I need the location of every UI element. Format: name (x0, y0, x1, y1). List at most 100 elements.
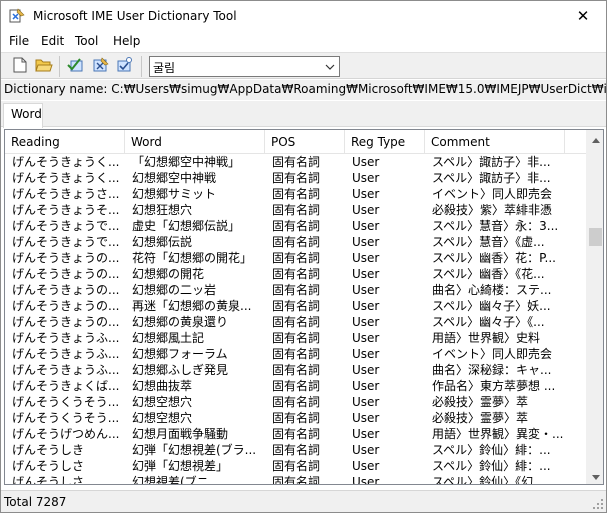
table-row[interactable]: げんそうしき 幻弾「幻想視差(ブラ... 固有名詞 User スペル〉鈴仙〉緋：... (5, 442, 587, 458)
cell-reading: げんそうきょくば... (12, 379, 120, 393)
cell-comment: スペル〉慧音〉《虚... (432, 235, 545, 249)
menu-tool[interactable]: Tool (75, 34, 98, 48)
table-row[interactable]: げんそうきょうで... 幻想郷伝説 固有名詞 User スペル〉慧音〉《虚... (5, 234, 587, 250)
tab-word[interactable]: Word (3, 103, 43, 128)
table-row[interactable]: げんそうきょうく... 幻想郷空中神戦 固有名詞 User スペル〉諏訪子〉非... (5, 170, 587, 186)
cell-word: 幻想郷ふしぎ発見 (132, 363, 229, 377)
edit-word-icon (115, 57, 133, 76)
edit-word-button[interactable] (113, 56, 135, 77)
cell-comment: 用語〉世界観〉異変・... (432, 427, 564, 441)
cell-word: 幻想空想穴 (132, 411, 193, 425)
column-header-word[interactable]: Word (125, 130, 265, 154)
word-list-view[interactable]: Reading Word POS Reg Type Comment げんそうきょ… (4, 129, 604, 485)
table-row[interactable]: げんそうきょうそ... 幻想狂想穴 固有名詞 User 必殺技〉紫〉萃緋非憑 (5, 202, 587, 218)
cell-reading: げんそうきょうの... (12, 267, 120, 281)
column-header-pos[interactable]: POS (265, 130, 345, 154)
table-row[interactable]: げんそうしさ 幻弾「幻想視差」 固有名詞 User スペル〉鈴仙〉緋：... (5, 458, 587, 474)
cell-comment: 必殺技〉霊夢〉萃 (432, 411, 529, 425)
menu-file[interactable]: File (9, 34, 29, 48)
cell-pos: 固有名詞 (272, 187, 321, 201)
cell-reading: げんそうきょうさ... (12, 187, 120, 201)
cell-reading: げんそうきょうく... (12, 155, 120, 169)
font-combo-value: 굴림 (153, 61, 176, 75)
table-row[interactable]: げんそうきょうふ... 幻想郷風土記 固有名詞 User 用語〉世界観〉史料 (5, 330, 587, 346)
cell-reg-type: User (352, 459, 380, 473)
cell-pos: 固有名詞 (272, 299, 321, 313)
check-button[interactable] (65, 56, 87, 77)
table-row[interactable]: げんそうげつめん... 幻想月面戦争騒動 固有名詞 User 用語〉世界観〉異変・... (5, 426, 587, 442)
table-row[interactable]: げんそうきょうの... 再迷「幻想郷の黄泉... 固有名詞 User スペル〉幽々子〉妖… (5, 298, 587, 314)
cell-reg-type: User (352, 155, 380, 169)
cell-pos: 固有名詞 (272, 379, 321, 393)
cell-pos: 固有名詞 (272, 251, 321, 265)
toolbar-separator (141, 56, 142, 77)
register-word-icon (91, 57, 109, 76)
scrollbar-thumb[interactable] (589, 228, 602, 246)
scroll-down-button[interactable] (587, 467, 603, 484)
menu-help[interactable]: Help (113, 34, 140, 48)
cell-pos: 固有名詞 (272, 363, 321, 377)
scroll-up-button[interactable] (587, 130, 603, 147)
table-row[interactable]: げんそうきょうふ... 幻想郷フォーラム 固有名詞 User イベント〉同人即売会 (5, 346, 587, 362)
table-row[interactable]: げんそうくうそう... 幻想空想穴 固有名詞 User 必殺技〉霊夢〉萃 (5, 394, 587, 410)
chevron-down-icon[interactable] (322, 58, 337, 75)
resize-grip-icon[interactable] (592, 498, 604, 510)
cell-reg-type: User (352, 443, 380, 457)
close-button[interactable]: ✕ (560, 1, 606, 31)
cell-reading: げんそうしさ (12, 459, 85, 473)
cell-pos: 固有名詞 (272, 315, 321, 329)
register-word-button[interactable] (89, 56, 111, 77)
total-count: Total 7287 (4, 495, 67, 509)
open-button[interactable] (33, 56, 55, 77)
cell-reading: げんそうきょうふ... (12, 331, 120, 345)
cell-reading: げんそうきょうで... (12, 219, 120, 233)
cell-reading: げんそうげつめん... (12, 427, 120, 441)
cell-pos: 固有名詞 (272, 267, 321, 281)
cell-word: 幻想郷フォーラム (132, 347, 228, 361)
cell-comment: 用語〉世界観〉史料 (432, 331, 541, 345)
table-row[interactable]: げんそうきょうふ... 幻想郷ふしぎ発見 固有名詞 User 曲名〉深秘録：キャ... (5, 362, 587, 378)
cell-comment: スペル〉鈴仙〉《幻... (432, 475, 545, 484)
cell-comment: スペル〉諏訪子〉非... (432, 171, 551, 185)
new-button[interactable] (9, 56, 31, 77)
cell-word: 再迷「幻想郷の黄泉... (132, 299, 252, 313)
table-row[interactable]: げんそうきょうで... 虚史「幻想郷伝説」 固有名詞 User スペル〉慧音〉永：3..… (5, 218, 587, 234)
arrow-down-icon (591, 469, 600, 483)
table-row[interactable]: げんそうくうそう... 幻想空想穴 固有名詞 User 必殺技〉霊夢〉萃 (5, 410, 587, 426)
table-row[interactable]: げんそうきょうの... 花符「幻想郷の開花」 固有名詞 User スペル〉幽香〉花：P.… (5, 250, 587, 266)
cell-comment: 必殺技〉紫〉萃緋非憑 (432, 203, 553, 217)
table-row[interactable]: げんそうしさ 幻想視差(ブニ... 固有名詞 User スペル〉鈴仙〉《幻... (5, 474, 587, 484)
cell-word: 幻想空想穴 (132, 395, 193, 409)
cell-word: 幻想郷の黄泉還り (132, 315, 229, 329)
table-row[interactable]: げんそうきょうく... 「幻想郷空中神戦」 固有名詞 User スペル〉諏訪子〉非... (5, 154, 587, 170)
font-combo-box[interactable]: 굴림 (149, 56, 340, 77)
vertical-scrollbar[interactable] (586, 130, 603, 484)
table-row[interactable]: げんそうきょうの... 幻想郷の開花 固有名詞 User スペル〉幽香〉《花... (5, 266, 587, 282)
table-row[interactable]: げんそうきょうさ... 幻想郷サミット 固有名詞 User イベント〉同人即売会 (5, 186, 587, 202)
column-header-reg-type[interactable]: Reg Type (345, 130, 425, 154)
cell-reading: げんそうきょうふ... (12, 363, 120, 377)
cell-comment: スペル〉幽々子〉《... (432, 315, 545, 329)
cell-pos: 固有名詞 (272, 283, 321, 297)
cell-pos: 固有名詞 (272, 203, 321, 217)
cell-pos: 固有名詞 (272, 331, 321, 345)
column-header-comment[interactable]: Comment (425, 130, 565, 154)
cell-word: 幻想狂想穴 (132, 203, 193, 217)
table-row[interactable]: げんそうきょうの... 幻想郷の黄泉還り 固有名詞 User スペル〉幽々子〉《... (5, 314, 587, 330)
cell-reading: げんそうきょうふ... (12, 347, 120, 361)
cell-reading: げんそうきょうく... (12, 171, 120, 185)
open-folder-icon (35, 57, 53, 76)
cell-word: 幻想郷伝説 (132, 235, 193, 249)
menu-edit[interactable]: Edit (41, 34, 64, 48)
cell-reg-type: User (352, 283, 380, 297)
table-row[interactable]: げんそうきょうの... 幻想郷の二ッ岩 固有名詞 User 曲名〉心綺楼：ステ... (5, 282, 587, 298)
tab-strip: Word (1, 101, 606, 128)
cell-reg-type: User (352, 475, 380, 484)
cell-word: 幻想郷の開花 (132, 267, 205, 281)
check-icon (67, 57, 85, 76)
ime-app-icon (9, 8, 25, 24)
column-header-reading[interactable]: Reading (5, 130, 125, 154)
cell-comment: 曲名〉深秘録：キャ... (432, 363, 552, 377)
new-file-icon (13, 57, 27, 76)
table-row[interactable]: げんそうきょくば... 幻想曲抜萃 固有名詞 User 作品名〉東方萃夢想 ... (5, 378, 587, 394)
